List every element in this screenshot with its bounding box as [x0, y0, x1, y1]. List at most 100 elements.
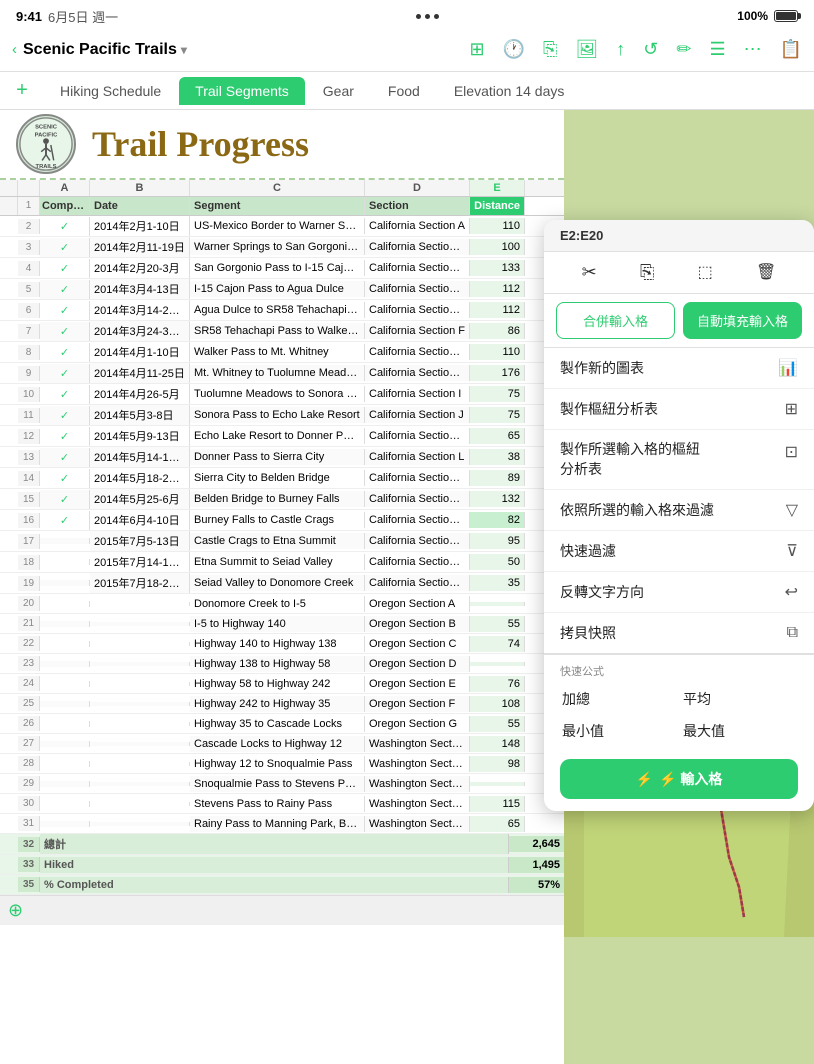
- table-row[interactable]: 2 ✓ 2014年2月1-10日 US-Mexico Border to War…: [0, 216, 564, 237]
- book-icon[interactable]: 📋: [780, 39, 802, 60]
- table-row[interactable]: 21 I-5 to Highway 140 Oregon Section B 5…: [0, 614, 564, 634]
- menu-item-snapshot[interactable]: 拷貝快照 ⧉: [544, 613, 814, 655]
- section-cell: Washington Section H: [365, 736, 470, 752]
- segment-cell: Highway 58 to Highway 242: [190, 676, 365, 692]
- section-cell: Washington Section L: [365, 816, 470, 832]
- table-row[interactable]: 9 ✓ 2014年4月11-25日 Mt. Whitney to Tuolumn…: [0, 363, 564, 384]
- formula-sum[interactable]: 加總: [560, 685, 677, 713]
- table-row[interactable]: 5 ✓ 2014年3月4-13日 I-15 Cajon Pass to Agua…: [0, 279, 564, 300]
- distance-cell: 75: [470, 407, 525, 423]
- table-row[interactable]: 20 Donomore Creek to I-5 Oregon Section …: [0, 594, 564, 614]
- trail-logo: SCENIC PACIFIC TRAILS: [16, 114, 76, 174]
- distance-cell: 108: [470, 696, 525, 712]
- table-row[interactable]: 7 ✓ 2014年3月24-31日 SR58 Tehachapi Pass to…: [0, 321, 564, 342]
- copy-icon[interactable]: ⎘: [543, 39, 557, 60]
- table-row[interactable]: 12 ✓ 2014年5月9-13日 Echo Lake Resort to Do…: [0, 426, 564, 447]
- table-row[interactable]: 22 Highway 140 to Highway 138 Oregon Sec…: [0, 634, 564, 654]
- distance-cell: 110: [470, 218, 525, 234]
- context-actions-row: 合併輸入格 自動填充輸入格: [544, 294, 814, 348]
- table-row[interactable]: 29 Snoqualmie Pass to Stevens Pass Washi…: [0, 774, 564, 794]
- tab-hiking-schedule[interactable]: Hiking Schedule: [44, 77, 177, 105]
- check-cell: ✓: [40, 280, 90, 299]
- autofill-button[interactable]: 自動填充輸入格: [683, 302, 802, 339]
- edit-icon[interactable]: ✏: [676, 39, 691, 60]
- table-row[interactable]: 26 Highway 35 to Cascade Locks Oregon Se…: [0, 714, 564, 734]
- formula-max[interactable]: 最大值: [681, 717, 798, 745]
- check-cell: ✓: [40, 217, 90, 236]
- section-cell: Washington Section J: [365, 776, 470, 792]
- table-row[interactable]: 11 ✓ 2014年5月3-8日 Sonora Pass to Echo Lak…: [0, 405, 564, 426]
- table-row[interactable]: 4 ✓ 2014年2月20-3月 San Gorgonio Pass to I-…: [0, 258, 564, 279]
- table-icon[interactable]: ⊞: [469, 39, 484, 60]
- menu-icon[interactable]: ☰: [709, 39, 725, 60]
- table-row[interactable]: 25 Highway 242 to Highway 35 Oregon Sect…: [0, 694, 564, 714]
- table-row[interactable]: 6 ✓ 2014年3月14-23日 Agua Dulce to SR58 Teh…: [0, 300, 564, 321]
- share-icon[interactable]: ↑: [616, 39, 625, 60]
- column-headers: 1 Completed Date Segment Section Distanc…: [0, 197, 564, 216]
- check-cell: ✓: [40, 511, 90, 530]
- check-cell: ✓: [40, 343, 90, 362]
- paste-icon[interactable]: ⬚: [698, 262, 713, 283]
- table-row[interactable]: 13 ✓ 2014年5月14-17日 Donner Pass to Sierra…: [0, 447, 564, 468]
- back-button[interactable]: ‹: [12, 41, 17, 58]
- distance-cell: 76: [470, 676, 525, 692]
- quick-filter-icon: ⊽: [786, 541, 798, 561]
- table-row[interactable]: 14 ✓ 2014年5月18-24日 Sierra City to Belden…: [0, 468, 564, 489]
- table-row[interactable]: 23 Highway 138 to Highway 58 Oregon Sect…: [0, 654, 564, 674]
- date-cell: 2014年5月18-24日: [90, 468, 190, 488]
- context-menu: E2:E20 ✂ ⎘ ⬚ 🗑 合併輸入格 自動填充輸入格 製作新的圖表 📊 製作…: [544, 220, 814, 811]
- import-button[interactable]: ⚡ ⚡ 輸入格: [560, 759, 798, 799]
- table-row[interactable]: 10 ✓ 2014年4月26-5月 Tuolumne Meadows to So…: [0, 384, 564, 405]
- section-cell: California Section F: [365, 323, 470, 339]
- copy-icon-ctx[interactable]: ⎘: [640, 262, 654, 283]
- table-row[interactable]: 31 Rainy Pass to Manning Park, B.C. Wash…: [0, 814, 564, 834]
- table-row[interactable]: 8 ✓ 2014年4月1-10日 Walker Pass to Mt. Whit…: [0, 342, 564, 363]
- check-cell: [40, 621, 90, 627]
- tab-gear[interactable]: Gear: [307, 77, 370, 105]
- table-row[interactable]: 16 ✓ 2014年6月4-10日 Burney Falls to Castle…: [0, 510, 564, 531]
- table-row[interactable]: 24 Highway 58 to Highway 242 Oregon Sect…: [0, 674, 564, 694]
- table-row[interactable]: 18 2015年7月14-17日 Etna Summit to Seiad Va…: [0, 552, 564, 573]
- summary-label: Hiked: [40, 857, 509, 873]
- history-icon[interactable]: 🕐: [503, 39, 525, 60]
- menu-item-filter[interactable]: 依照所選的輸入格來過濾 ▽: [544, 490, 814, 531]
- menu-item-pivot[interactable]: 製作樞紐分析表 ⊞: [544, 389, 814, 430]
- merge-cells-button[interactable]: 合併輸入格: [556, 302, 675, 339]
- menu-item-selected-pivot[interactable]: 製作所選輸入格的樞紐分析表 ⊡: [544, 430, 814, 490]
- table-row[interactable]: 17 2015年7月5-13日 Castle Crags to Etna Sum…: [0, 531, 564, 552]
- formula-avg[interactable]: 平均: [681, 685, 798, 713]
- tab-trail-segments[interactable]: Trail Segments: [179, 77, 305, 105]
- refresh-icon[interactable]: ↺: [643, 39, 658, 60]
- spreadsheet-title: Trail Progress: [92, 123, 309, 165]
- cut-icon[interactable]: ✂: [582, 262, 597, 283]
- svg-text:TRAILS: TRAILS: [36, 164, 57, 170]
- table-row[interactable]: 19 2015年7月18-20日 Seiad Valley to Donomor…: [0, 573, 564, 594]
- table-row[interactable]: 27 Cascade Locks to Highway 12 Washingto…: [0, 734, 564, 754]
- selected-pivot-icon: ⊡: [785, 442, 798, 462]
- segment-cell: Stevens Pass to Rainy Pass: [190, 796, 365, 812]
- distance-cell: 55: [470, 716, 525, 732]
- tab-elevation[interactable]: Elevation 14 days: [438, 77, 581, 105]
- bottom-icon[interactable]: ⊕: [8, 900, 23, 921]
- section-cell: California Section J: [365, 407, 470, 423]
- table-row[interactable]: 3 ✓ 2014年2月11-19日 Warner Springs to San …: [0, 237, 564, 258]
- text-direction-icon: ↩: [785, 582, 798, 602]
- menu-item-new-chart[interactable]: 製作新的圖表 📊: [544, 348, 814, 389]
- menu-item-quick-filter[interactable]: 快速過濾 ⊽: [544, 531, 814, 572]
- delete-icon[interactable]: 🗑: [756, 262, 776, 283]
- add-tab-button[interactable]: +: [8, 79, 36, 102]
- distance-cell: 115: [470, 796, 525, 812]
- table-row[interactable]: 30 Stevens Pass to Rainy Pass Washington…: [0, 794, 564, 814]
- table-row[interactable]: 15 ✓ 2014年5月25-6月 Belden Bridge to Burne…: [0, 489, 564, 510]
- segment-cell: Highway 35 to Cascade Locks: [190, 716, 365, 732]
- date-cell: 2014年5月25-6月: [90, 489, 190, 509]
- image-icon[interactable]: 🖼: [575, 39, 598, 60]
- dots-icon[interactable]: ⋯: [744, 39, 762, 60]
- check-cell: [40, 741, 90, 747]
- formula-min[interactable]: 最小值: [560, 717, 677, 745]
- check-cell: [40, 701, 90, 707]
- table-row[interactable]: 28 Highway 12 to Snoqualmie Pass Washing…: [0, 754, 564, 774]
- menu-item-text-direction[interactable]: 反轉文字方向 ↩: [544, 572, 814, 613]
- tab-food[interactable]: Food: [372, 77, 436, 105]
- distance-cell: 65: [470, 816, 525, 832]
